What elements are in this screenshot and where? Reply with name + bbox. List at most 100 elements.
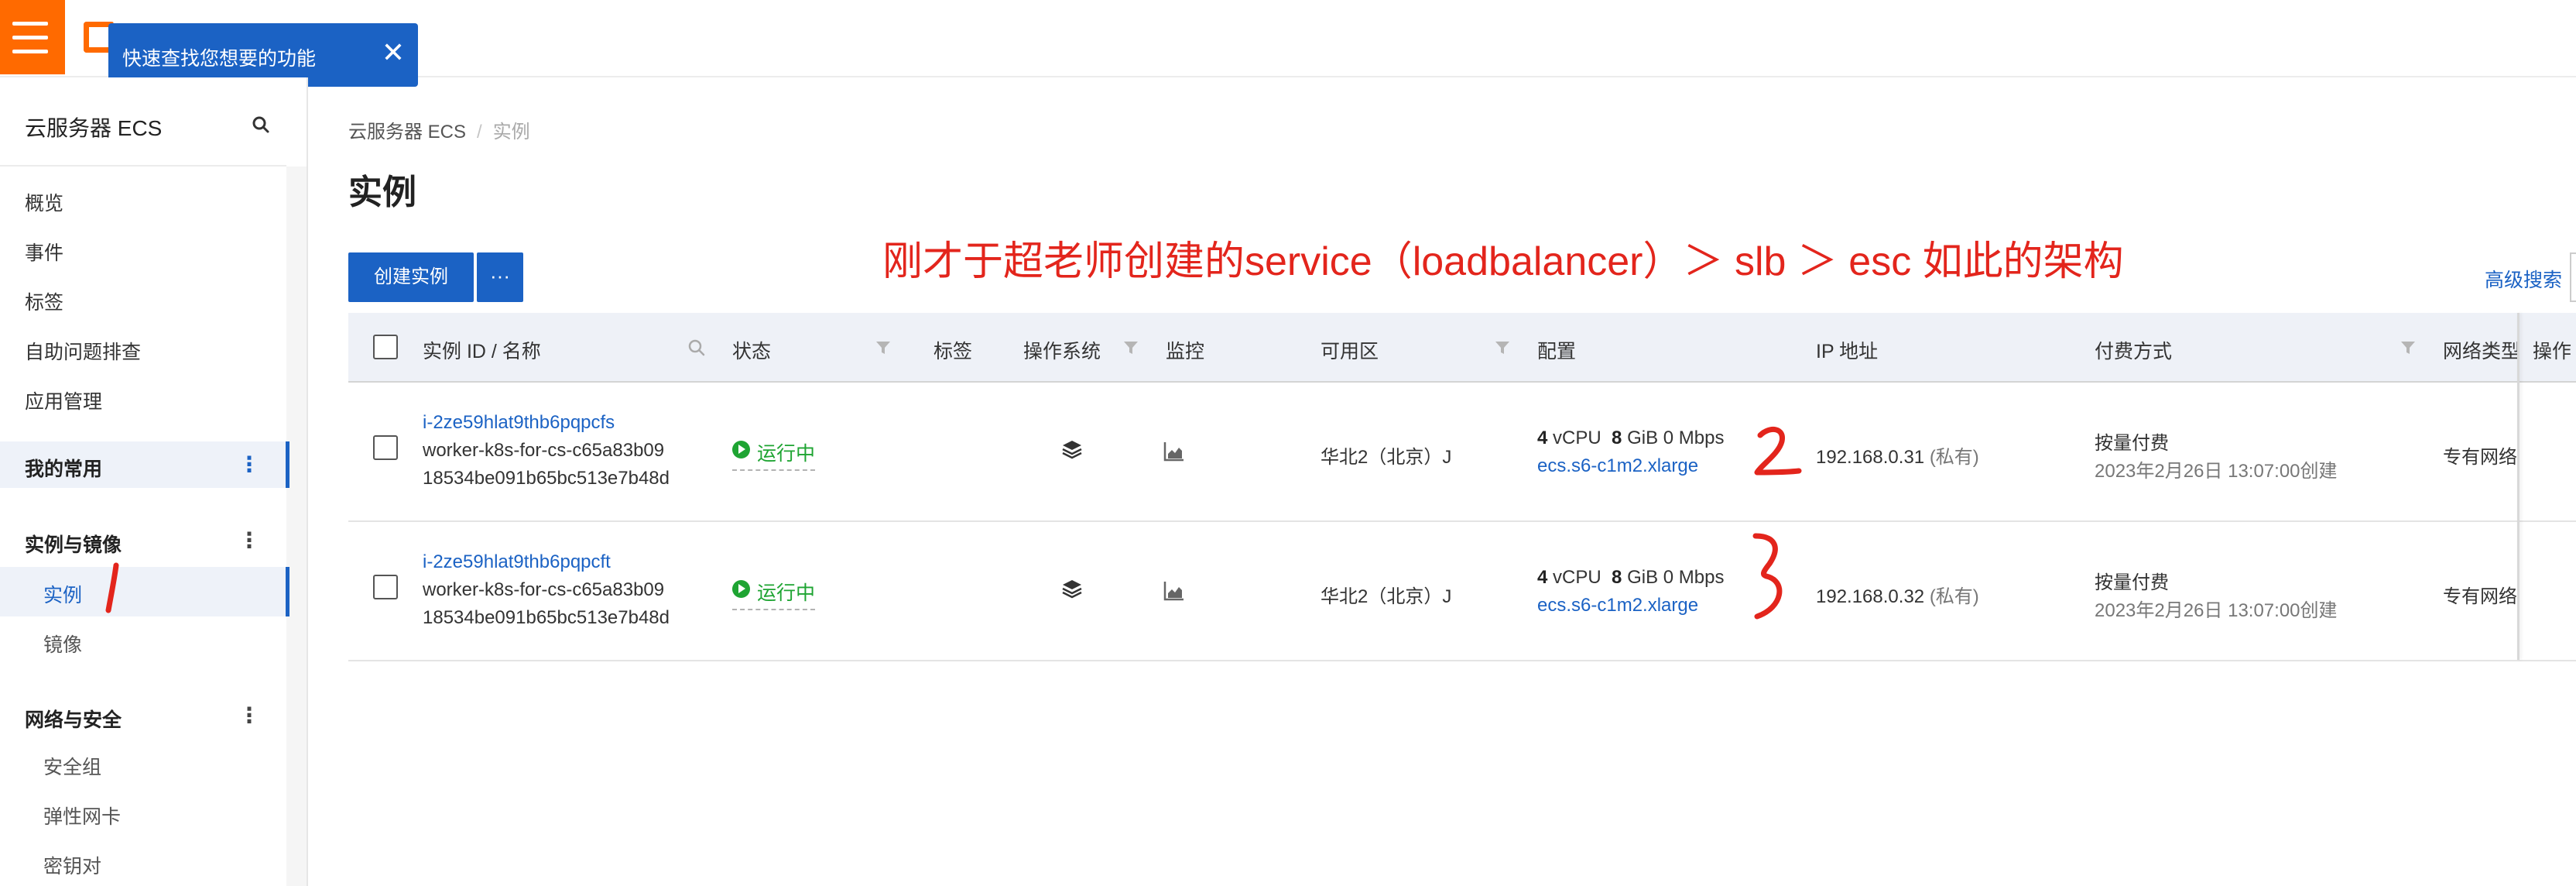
instance-name: worker-k8s-for-cs-c65a83b09 <box>423 440 665 461</box>
instance-name-cont: 18534be091b65bc513e7b48d <box>423 468 670 489</box>
active-indicator <box>286 441 289 488</box>
network-type: 专有网络 <box>2443 447 2517 468</box>
status-badge[interactable]: 运行中 <box>732 438 816 471</box>
sidebar-item-eni[interactable]: 弹性网卡 <box>0 792 286 835</box>
filter-icon[interactable] <box>1494 339 1511 356</box>
column-header-status: 状态 <box>732 341 772 362</box>
table-row: i-2ze59hlat9thb6pqpcft worker-k8s-for-cs… <box>348 524 2576 661</box>
column-search-icon[interactable] <box>687 338 706 357</box>
ip-value: 192.168.0.32 <box>1816 586 1925 607</box>
column-header-monitor: 监控 <box>1166 341 1205 362</box>
ip-type: (私有) <box>1929 586 1979 607</box>
table-row: i-2ze59hlat9thb6pqpcfs worker-k8s-for-cs… <box>348 384 2576 522</box>
row-checkbox[interactable] <box>373 575 398 599</box>
sidebar-group-instances-images[interactable]: 实例与镜像 ⋮ <box>0 517 286 564</box>
mem-size: 8 <box>1612 428 1622 448</box>
sidebar-item-tags[interactable]: 标签 <box>0 277 286 321</box>
sidebar-group-label: 实例与镜像 <box>25 534 122 556</box>
sidebar-item-label: 安全组 <box>43 757 102 778</box>
config-cpu-mem: 4 vCPU 8 GiB 0 Mbps <box>1537 567 1724 589</box>
sidebar-item-label: 概览 <box>25 193 64 215</box>
ip-address: 192.168.0.32 (私有) <box>1816 581 1979 608</box>
status-text: 运行中 <box>757 443 816 465</box>
hamburger-menu-icon[interactable] <box>0 0 65 74</box>
sidebar-group-favorites[interactable]: 我的常用 ⋮ <box>0 441 289 488</box>
instance-name-cont: 18534be091b65bc513e7b48d <box>423 607 670 628</box>
sidebar-item-key-pairs[interactable]: 密钥对 <box>0 841 286 884</box>
breadcrumb-root[interactable]: 云服务器 ECS <box>348 122 466 143</box>
ip-address: 192.168.0.31 (私有) <box>1816 441 1979 469</box>
sidebar-item-troubleshoot[interactable]: 自助问题排查 <box>0 327 286 370</box>
mem-unit: GiB <box>1627 567 1659 588</box>
sidebar-title: 云服务器 ECS <box>25 116 163 140</box>
sidebar-scrollbar[interactable] <box>286 167 307 886</box>
advanced-search-link[interactable]: 高级搜索 <box>2485 265 2562 293</box>
annotation-text: 刚才于超老师创建的service（loadbalancer）＞ slb ＞ es… <box>882 239 2124 284</box>
running-icon <box>732 441 750 458</box>
billing-type: 按量付费 <box>2095 572 2169 593</box>
monitor-chart-icon[interactable] <box>1163 579 1186 603</box>
network-type: 专有网络 <box>2443 586 2517 607</box>
filter-icon[interactable] <box>1122 339 1139 356</box>
close-icon[interactable]: ✕ <box>378 37 409 68</box>
sidebar-item-images[interactable]: 镜像 <box>0 620 286 663</box>
handwritten-mark-1 <box>105 562 119 613</box>
bandwidth: 0 Mbps <box>1663 567 1725 588</box>
breadcrumb-current: 实例 <box>492 122 530 143</box>
os-layers-icon[interactable] <box>1060 578 1084 601</box>
instance-id-link[interactable]: i-2ze59hlat9thb6pqpcft <box>423 551 611 573</box>
sidebar-item-overview[interactable]: 概览 <box>0 178 286 222</box>
sidebar-item-app-management[interactable]: 应用管理 <box>0 376 286 420</box>
column-header-id-name: 实例 ID / 名称 <box>423 341 541 362</box>
sidebar-item-label: 实例 <box>43 585 83 606</box>
table-header: 实例 ID / 名称 状态 标签 操作系统 监控 可用区 配置 IP 地址 付费… <box>348 313 2576 383</box>
column-header-billing: 付费方式 <box>2095 341 2173 362</box>
more-actions-button[interactable]: ··· <box>477 252 523 302</box>
active-indicator <box>286 567 289 616</box>
status-text: 运行中 <box>757 582 816 604</box>
page-title: 实例 <box>348 173 416 211</box>
column-header-os: 操作系统 <box>1023 341 1101 362</box>
sidebar-item-security-groups[interactable]: 安全组 <box>0 742 286 785</box>
breadcrumb-separator: / <box>477 122 482 143</box>
instance-name: worker-k8s-for-cs-c65a83b09 <box>423 579 665 600</box>
column-header-ip: IP 地址 <box>1816 341 1879 362</box>
instance-spec-link[interactable]: ecs.s6-c1m2.xlarge <box>1537 595 1698 616</box>
column-header-config: 配置 <box>1537 341 1577 362</box>
sidebar-group-label: 网络与安全 <box>25 709 122 731</box>
more-vertical-icon[interactable]: ⋮ <box>238 702 260 730</box>
sidebar-item-label: 密钥对 <box>43 856 102 877</box>
monitor-chart-icon[interactable] <box>1163 440 1186 463</box>
column-header-zone: 可用区 <box>1321 341 1379 362</box>
status-badge[interactable]: 运行中 <box>732 578 816 610</box>
instance-spec-link[interactable]: ecs.s6-c1m2.xlarge <box>1537 455 1698 477</box>
instance-id-link[interactable]: i-2ze59hlat9thb6pqpcfs <box>423 412 615 434</box>
more-vertical-icon[interactable]: ⋮ <box>238 451 260 479</box>
config-cpu-mem: 4 vCPU 8 GiB 0 Mbps <box>1537 428 1724 449</box>
column-header-network: 网络类型 <box>2443 341 2521 362</box>
filter-icon[interactable] <box>2400 339 2417 356</box>
row-checkbox[interactable] <box>373 435 398 460</box>
handwritten-mark-2 <box>1754 427 1802 476</box>
sidebar-group-network-security[interactable]: 网络与安全 ⋮ <box>0 692 286 739</box>
bandwidth: 0 Mbps <box>1663 428 1725 448</box>
frozen-column-divider <box>2517 313 2519 660</box>
search-icon[interactable] <box>251 115 271 135</box>
sidebar-item-label: 事件 <box>25 242 64 264</box>
more-vertical-icon[interactable]: ⋮ <box>238 527 260 555</box>
handwritten-mark-3 <box>1752 533 1783 620</box>
search-input-edge[interactable] <box>2570 252 2576 302</box>
column-header-tags: 标签 <box>933 341 973 362</box>
filter-icon[interactable] <box>875 339 892 356</box>
sidebar-item-label: 弹性网卡 <box>43 806 122 828</box>
create-instance-button[interactable]: 创建实例 <box>348 252 474 302</box>
sidebar-item-instances[interactable]: 实例 <box>0 567 289 616</box>
sidebar-item-events[interactable]: 事件 <box>0 228 286 271</box>
cpu-unit: vCPU <box>1553 428 1601 448</box>
select-all-checkbox[interactable] <box>373 335 398 359</box>
cpu-count: 4 <box>1537 567 1548 588</box>
mem-unit: GiB <box>1627 428 1659 448</box>
breadcrumb: 云服务器 ECS / 实例 <box>348 116 530 143</box>
sidebar: 云服务器 ECS 概览 事件 标签 自助问题排查 应用管理 我的常用 ⋮ 实例与… <box>0 77 308 886</box>
os-layers-icon[interactable] <box>1060 438 1084 462</box>
